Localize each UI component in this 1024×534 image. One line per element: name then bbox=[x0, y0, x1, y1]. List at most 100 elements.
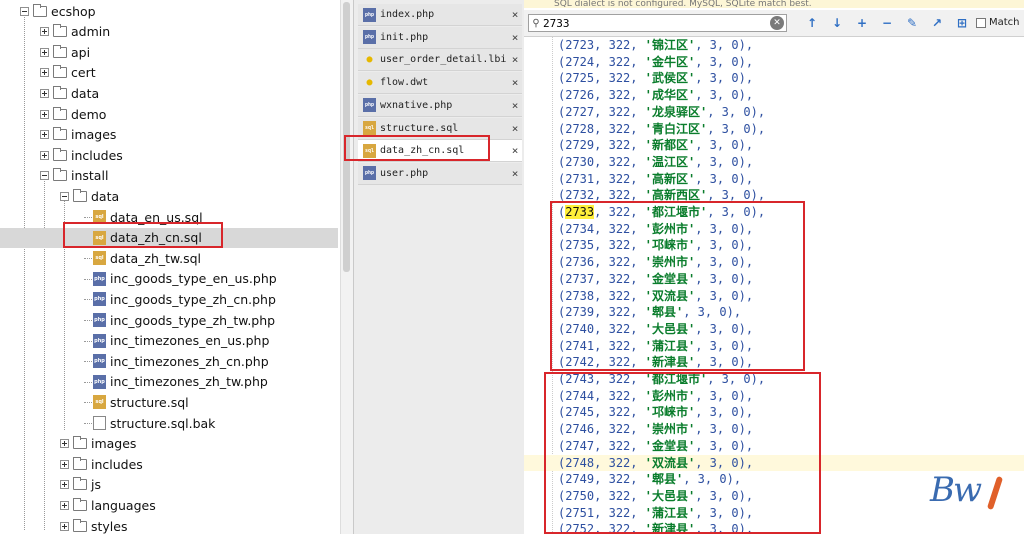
tree-file-row[interactable]: structure.sql.bak bbox=[80, 413, 215, 433]
tree-file-row[interactable]: php inc_goods_type_en_us.php bbox=[80, 269, 277, 289]
file-tab[interactable]: ● flow.dwt × bbox=[358, 72, 522, 95]
close-tab-icon[interactable]: × bbox=[508, 167, 522, 180]
sql-value-row[interactable]: (2732, 322, '高新西区', 3, 0), bbox=[558, 187, 765, 204]
export-icon[interactable]: ↗ bbox=[929, 15, 945, 31]
file-tab[interactable]: php init.php × bbox=[358, 26, 522, 49]
expand-icon[interactable] bbox=[60, 439, 69, 449]
tree-file-row[interactable]: sql structure.sql bbox=[80, 392, 189, 412]
match-checkbox-box[interactable] bbox=[976, 17, 986, 28]
sql-value-row[interactable]: (2724, 322, '金牛区', 3, 0), bbox=[558, 54, 753, 71]
expand-icon[interactable] bbox=[60, 480, 69, 490]
expand-icon[interactable] bbox=[40, 150, 49, 160]
sql-value-row[interactable]: (2747, 322, '金堂县', 3, 0), bbox=[558, 438, 753, 455]
sql-value-row[interactable]: (2744, 322, '彭州市', 3, 0), bbox=[558, 388, 753, 405]
sql-value-row[interactable]: (2752, 322, '新津县', 3, 0), bbox=[558, 521, 753, 534]
sql-value-row[interactable]: (2729, 322, '新都区', 3, 0), bbox=[558, 137, 753, 154]
sql-value-row[interactable]: (2745, 322, '邛崃市', 3, 0), bbox=[558, 404, 753, 421]
tree-folder-row[interactable]: languages bbox=[60, 495, 156, 515]
find-input[interactable] bbox=[543, 16, 770, 30]
sql-value-row[interactable]: (2743, 322, '都江堰市', 3, 0), bbox=[558, 371, 765, 388]
close-tab-icon[interactable]: × bbox=[508, 8, 522, 21]
sql-value-row[interactable]: (2723, 322, '锦江区', 3, 0), bbox=[558, 37, 753, 54]
tree-folder-row[interactable]: styles bbox=[60, 516, 128, 534]
tree-folder-row[interactable]: admin bbox=[40, 22, 110, 42]
match-case-checkbox[interactable]: Match bbox=[976, 17, 1020, 28]
sql-value-row[interactable]: (2726, 322, '成华区', 3, 0), bbox=[558, 87, 753, 104]
remove-selection-icon[interactable]: − bbox=[879, 15, 895, 31]
tree-file-row[interactable]: php inc_goods_type_zh_tw.php bbox=[80, 310, 275, 330]
sql-value-row[interactable]: (2728, 322, '青白江区', 3, 0), bbox=[558, 121, 765, 138]
tree-folder-row[interactable]: includes bbox=[40, 145, 123, 165]
sql-value-row[interactable]: (2739, 322, '郫县', 3, 0), bbox=[558, 304, 741, 321]
expand-icon[interactable] bbox=[40, 47, 49, 57]
select-all-occurrences-icon[interactable]: ✎ bbox=[904, 15, 920, 31]
expand-icon[interactable] bbox=[60, 521, 69, 531]
file-tab[interactable]: php index.php × bbox=[358, 4, 522, 26]
tree-folder-row[interactable]: cert bbox=[40, 63, 96, 83]
sql-value-row[interactable]: (2736, 322, '崇州市', 3, 0), bbox=[558, 254, 753, 271]
sql-value-row[interactable]: (2730, 322, '温江区', 3, 0), bbox=[558, 154, 753, 171]
sql-value-row[interactable]: (2731, 322, '高新区', 3, 0), bbox=[558, 171, 753, 188]
tree-file-row[interactable]: sql data_en_us.sql bbox=[80, 207, 203, 227]
close-tab-icon[interactable]: × bbox=[508, 99, 522, 112]
expand-icon[interactable] bbox=[40, 88, 49, 98]
expand-icon[interactable] bbox=[40, 68, 49, 78]
expand-icon[interactable] bbox=[40, 130, 49, 140]
tree-file-row[interactable]: php inc_timezones_zh_tw.php bbox=[80, 372, 268, 392]
tree-folder-row[interactable]: includes bbox=[60, 454, 143, 474]
expand-icon[interactable] bbox=[40, 109, 49, 119]
sql-value-row[interactable]: (2725, 322, '武侯区', 3, 0), bbox=[558, 70, 753, 87]
code-area[interactable]: (2723, 322, '锦江区', 3, 0), (2724, 322, '金牛… bbox=[524, 37, 1024, 534]
tree-file-row[interactable]: sql data_zh_cn.sql bbox=[0, 227, 338, 248]
sql-value-row[interactable]: (2749, 322, '郫县', 3, 0), bbox=[558, 471, 741, 488]
next-occurrence-icon[interactable]: ↓ bbox=[829, 15, 845, 31]
sql-value-row[interactable]: (2750, 322, '大邑县', 3, 0), bbox=[558, 488, 753, 505]
expand-icon[interactable] bbox=[60, 459, 69, 469]
find-input-box[interactable]: ⚲ ✕ bbox=[528, 14, 787, 32]
sql-value-row[interactable]: (2742, 322, '新津县', 3, 0), bbox=[558, 354, 753, 371]
file-tab[interactable]: php user.php × bbox=[358, 162, 522, 185]
file-tab[interactable]: php wxnative.php × bbox=[358, 94, 522, 117]
tree-scrollbar[interactable] bbox=[340, 0, 353, 534]
tree-folder-row[interactable]: images bbox=[40, 125, 116, 145]
close-tab-icon[interactable]: × bbox=[508, 31, 522, 44]
tree-folder-row[interactable]: demo bbox=[40, 104, 106, 124]
file-tab[interactable]: sql data_zh_cn.sql × bbox=[358, 140, 522, 163]
close-tab-icon[interactable]: × bbox=[508, 122, 522, 135]
filter-icon[interactable]: ⊞ bbox=[954, 15, 970, 31]
tree-folder-row[interactable]: ecshop bbox=[20, 1, 96, 21]
collapse-icon[interactable] bbox=[60, 191, 69, 201]
sql-value-row[interactable]: (2737, 322, '金堂县', 3, 0), bbox=[558, 271, 753, 288]
sql-value-row[interactable]: (2741, 322, '蒲江县', 3, 0), bbox=[558, 338, 753, 355]
clear-icon[interactable]: ✕ bbox=[770, 16, 784, 30]
collapse-icon[interactable] bbox=[20, 6, 29, 16]
sql-value-row[interactable]: (2727, 322, '龙泉驿区', 3, 0), bbox=[558, 104, 765, 121]
sql-value-row[interactable]: (2751, 322, '蒲江县', 3, 0), bbox=[558, 505, 753, 522]
previous-occurrence-icon[interactable]: ↑ bbox=[804, 15, 820, 31]
sql-value-row[interactable]: (2746, 322, '崇州市', 3, 0), bbox=[558, 421, 753, 438]
close-tab-icon[interactable]: × bbox=[508, 76, 522, 89]
tree-file-row[interactable]: php inc_timezones_en_us.php bbox=[80, 331, 269, 351]
tree-folder-row[interactable]: api bbox=[40, 42, 90, 62]
tree-folder-row[interactable]: data bbox=[60, 186, 119, 206]
tree-folder-row[interactable]: images bbox=[60, 434, 136, 454]
sql-value-row[interactable]: (2740, 322, '大邑县', 3, 0), bbox=[558, 321, 753, 338]
expand-icon[interactable] bbox=[60, 500, 69, 510]
sql-value-row[interactable]: (2734, 322, '彭州市', 3, 0), bbox=[558, 221, 753, 238]
file-tab[interactable]: sql structure.sql × bbox=[358, 117, 522, 140]
tree-file-row[interactable]: sql data_zh_tw.sql bbox=[80, 248, 201, 268]
sql-value-row[interactable]: (2738, 322, '双流县', 3, 0), bbox=[558, 288, 753, 305]
tree-folder-row[interactable]: install bbox=[40, 166, 108, 186]
expand-icon[interactable] bbox=[40, 27, 49, 37]
tree-file-row[interactable]: php inc_timezones_zh_cn.php bbox=[80, 351, 269, 371]
tree-folder-row[interactable]: js bbox=[60, 475, 101, 495]
close-tab-icon[interactable]: × bbox=[508, 144, 522, 157]
close-tab-icon[interactable]: × bbox=[508, 53, 522, 66]
collapse-icon[interactable] bbox=[40, 171, 49, 181]
sql-value-row[interactable]: (2748, 322, '双流县', 3, 0), bbox=[558, 455, 753, 472]
tree-folder-row[interactable]: data bbox=[40, 83, 99, 103]
sql-value-row[interactable]: (2733, 322, '都江堰市', 3, 0), bbox=[558, 204, 765, 221]
tree-scroll-thumb[interactable] bbox=[343, 2, 350, 272]
file-tab[interactable]: ● user_order_detail.lbi × bbox=[358, 49, 522, 72]
sql-value-row[interactable]: (2735, 322, '邛崃市', 3, 0), bbox=[558, 237, 753, 254]
